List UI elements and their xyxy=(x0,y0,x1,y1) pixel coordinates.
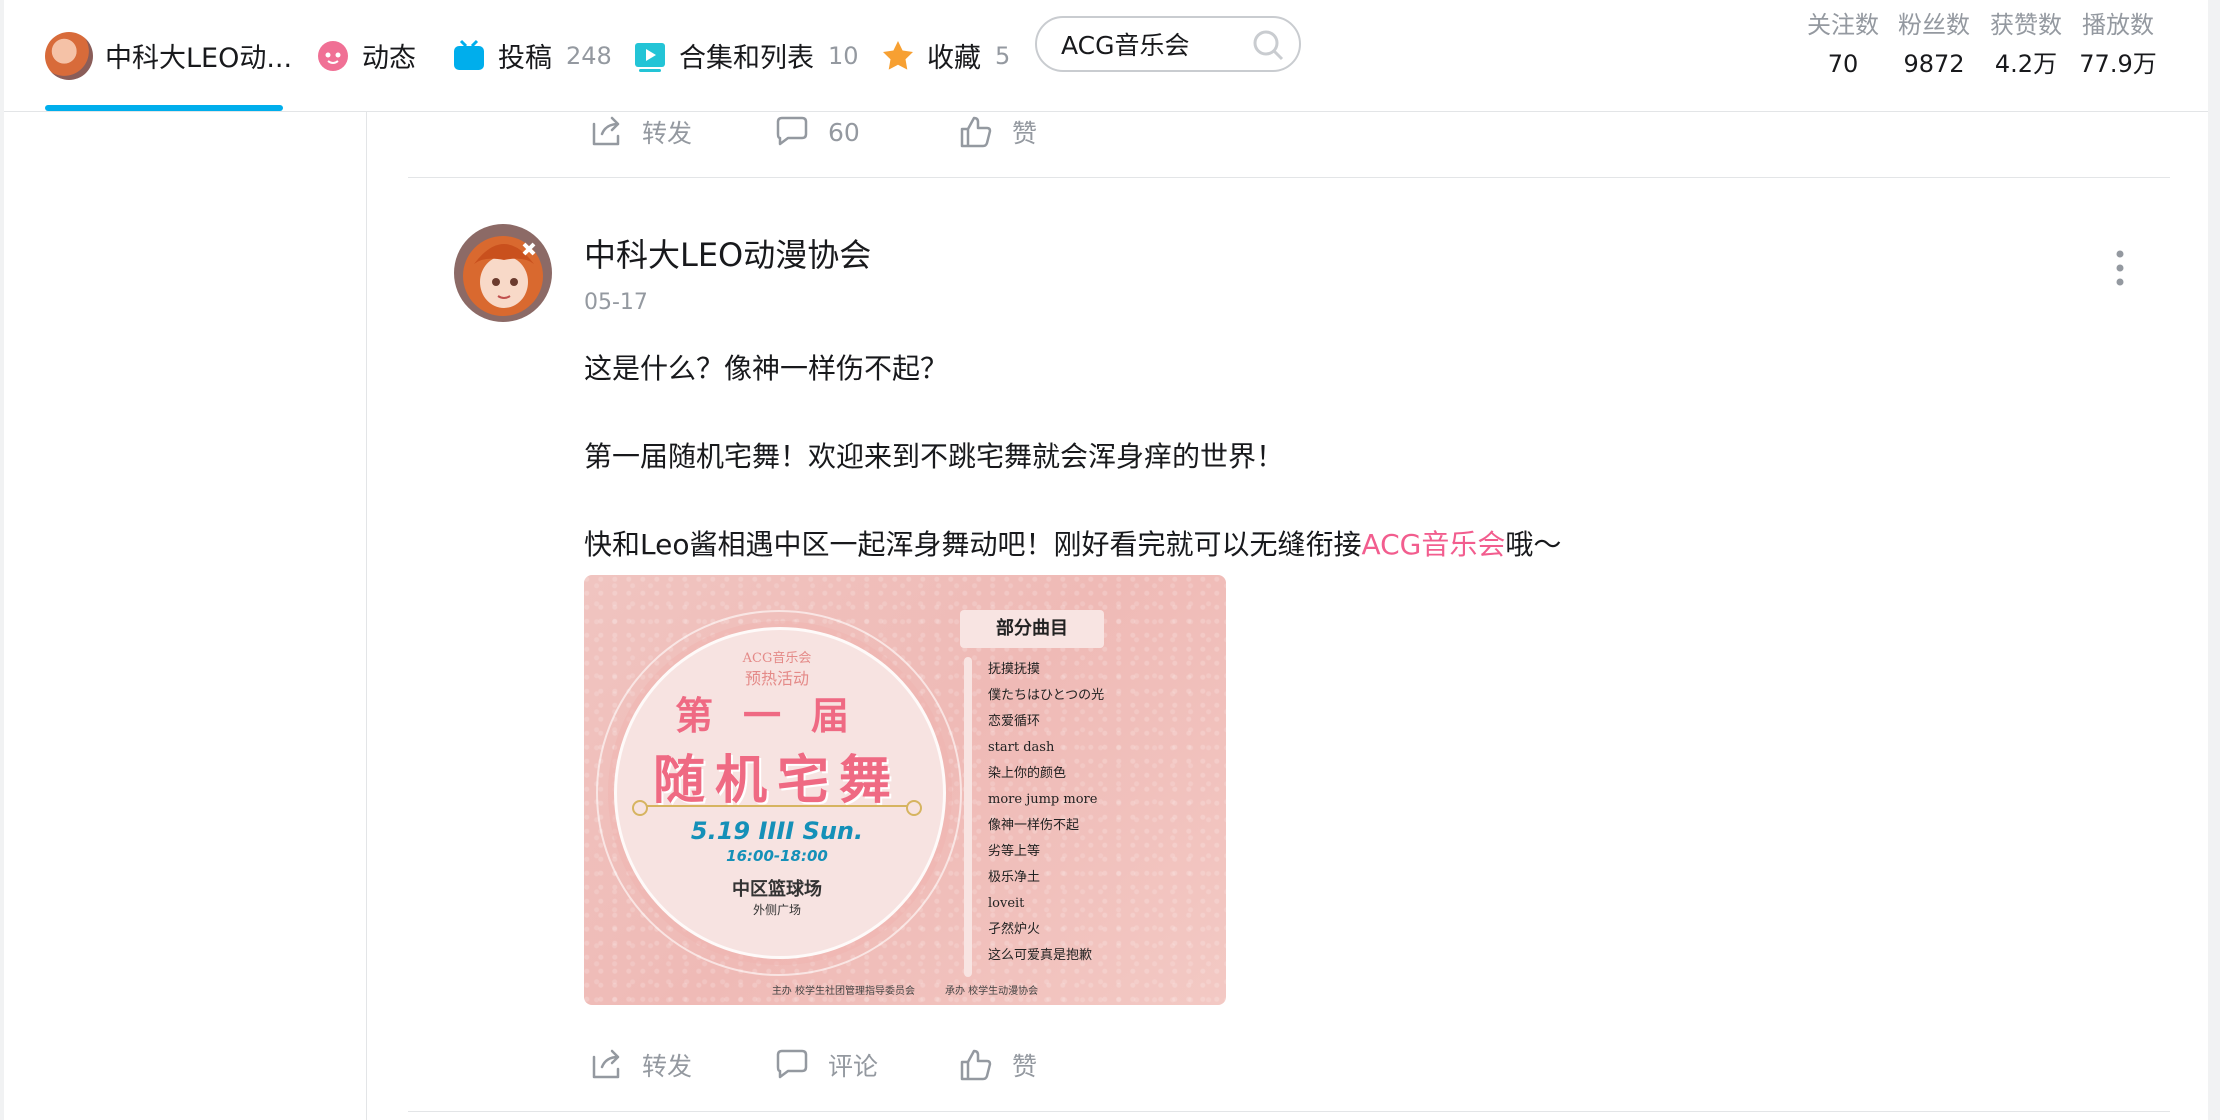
poster-song: 僕たちはひとつの光 xyxy=(988,688,1105,703)
comment-icon xyxy=(776,1049,808,1079)
stat-value: 77.9万 xyxy=(2079,50,2157,78)
star-icon xyxy=(883,40,913,70)
poster-song: 劣等上等 xyxy=(988,844,1041,859)
thumbs-up-icon xyxy=(960,1049,992,1081)
post-text-line-1: 这是什么？像神一样伤不起？ xyxy=(584,352,949,385)
page: 中科大LEO动... 动态 投稿 248 合集和列表 10 收藏 5 ACG音乐… xyxy=(4,0,2208,1120)
search-icon[interactable] xyxy=(1251,28,1285,62)
post-author[interactable]: 中科大LEO动漫协会 xyxy=(584,230,871,276)
stat-fans[interactable]: 粉丝数 9872 xyxy=(1884,8,1984,86)
like-button[interactable]: 赞 xyxy=(958,1045,1037,1085)
stat-label: 获赞数 xyxy=(1990,11,2062,39)
stat-value: 9872 xyxy=(1903,50,1965,78)
post-text-segment: 哦～ xyxy=(1505,528,1562,561)
poster-title-1: 第一届 xyxy=(674,693,879,738)
poster-place: 中区篮球场 xyxy=(732,879,822,900)
post-date: 05-17 xyxy=(584,290,648,315)
poster-song-list: 抚摸抚摸 僕たちはひとつの光 恋爱循环 start dash 染上你的颜色 mo… xyxy=(988,657,1104,969)
poster-song: 极乐净土 xyxy=(988,870,1041,885)
tab-dynamic-label: 动态 xyxy=(362,43,416,74)
post-avatar[interactable] xyxy=(454,224,552,322)
channel-name: 中科大LEO动... xyxy=(105,43,293,74)
poster-song: start dash xyxy=(988,740,1055,755)
comment-button[interactable]: 评论 xyxy=(774,1045,878,1085)
poster-song: 染上你的颜色 xyxy=(988,766,1067,781)
poster-song: loveit xyxy=(988,896,1025,911)
avatar-illustration xyxy=(454,224,552,322)
stat-following[interactable]: 关注数 70 xyxy=(1793,8,1893,86)
comment-button[interactable]: 60 xyxy=(774,112,860,152)
poster-divider xyxy=(632,800,922,816)
prev-post-actions: 转发 60 赞 xyxy=(588,112,1188,152)
tab-dynamic[interactable]: 动态 xyxy=(316,0,416,111)
channel-avatar xyxy=(45,31,93,80)
poster-song: 像神一样伤不起 xyxy=(988,818,1080,833)
poster-song: more jump more xyxy=(988,792,1098,807)
top-nav: 中科大LEO动... 动态 投稿 248 合集和列表 10 收藏 5 ACG音乐… xyxy=(4,0,2208,112)
post-text-segment: 快和Leo酱相遇中区一起浑身舞动吧！刚好看完就可以无缝衔接 xyxy=(584,528,1362,561)
poster-footer: 主办 校学生社团管理指导委员会 承办 校学生动漫协会 xyxy=(771,986,1039,997)
tab-collections-count: 10 xyxy=(828,41,859,70)
search-box xyxy=(1035,16,1301,72)
post-divider xyxy=(408,1111,2170,1112)
comment-count: 60 xyxy=(828,117,860,147)
tab-favorites-count: 5 xyxy=(995,41,1011,70)
repost-label: 转发 xyxy=(642,119,693,148)
thumbs-up-icon xyxy=(960,116,992,148)
like-label: 赞 xyxy=(1012,119,1038,148)
comment-icon xyxy=(776,116,808,146)
post-text-line-2: 第一届随机宅舞！欢迎来到不跳宅舞就会浑身痒的世界！ xyxy=(584,440,1285,473)
tab-collections-label: 合集和列表 xyxy=(679,43,814,74)
poster-song: 恋爱循环 xyxy=(988,714,1041,729)
share-icon xyxy=(592,1049,620,1079)
poster-date: 5.19 IIII Sun. xyxy=(690,817,864,845)
search-input[interactable] xyxy=(1059,28,1233,60)
poster-song: 这么可爱真是抱歉 xyxy=(988,948,1093,963)
acg-concert-link[interactable]: ACG音乐会 xyxy=(1361,528,1505,561)
poster-songs-header: 部分曲目 xyxy=(960,610,1104,648)
stat-label: 播放数 xyxy=(2082,11,2154,39)
stat-likes: 获赞数 4.2万 xyxy=(1976,8,2076,86)
active-tab-indicator xyxy=(45,105,283,111)
tab-channel-home[interactable]: 中科大LEO动... xyxy=(45,0,292,111)
post-divider xyxy=(408,177,2170,178)
more-options-icon[interactable] xyxy=(2108,246,2132,290)
stat-label: 关注数 xyxy=(1807,11,1879,39)
post-image[interactable]: ACG音乐会 预热活动 第一届 随机宅舞 5.19 IIII Sun. 16:0… xyxy=(584,575,1226,1005)
dynamic-icon xyxy=(318,40,348,71)
stat-plays: 播放数 77.9万 xyxy=(2068,8,2168,86)
stat-value: 4.2万 xyxy=(1994,50,2058,78)
poster-song: 孑然炉火 xyxy=(988,922,1041,937)
tab-favorites-label: 收藏 xyxy=(927,43,981,74)
poster-subtitle: ACG音乐会 xyxy=(742,651,812,666)
playlist-icon xyxy=(635,42,665,72)
poster-song: 抚摸抚摸 xyxy=(988,662,1041,677)
stat-value: 70 xyxy=(1827,50,1859,78)
tab-uploads-count: 248 xyxy=(566,41,612,70)
comment-label: 评论 xyxy=(828,1052,879,1081)
poster-place-detail: 外侧广场 xyxy=(752,903,801,917)
tab-uploads[interactable]: 投稿 248 xyxy=(452,0,612,111)
tv-icon xyxy=(454,39,484,70)
tab-uploads-label: 投稿 xyxy=(498,43,552,74)
poster-time: 16:00-18:00 xyxy=(726,847,828,865)
tab-favorites[interactable]: 收藏 5 xyxy=(881,0,1010,111)
repost-label: 转发 xyxy=(642,1052,693,1081)
tab-collections[interactable]: 合集和列表 10 xyxy=(633,0,859,111)
like-label: 赞 xyxy=(1012,1052,1038,1081)
post-text-line-3: 快和Leo酱相遇中区一起浑身舞动吧！刚好看完就可以无缝衔接ACG音乐会哦～ xyxy=(584,523,1561,563)
repost-button[interactable]: 转发 xyxy=(588,1045,692,1085)
post-actions: 转发 评论 赞 xyxy=(588,1045,1188,1085)
like-button[interactable]: 赞 xyxy=(958,112,1037,152)
stat-label: 粉丝数 xyxy=(1898,11,1970,39)
poster-track xyxy=(964,657,972,977)
repost-button[interactable]: 转发 xyxy=(588,112,692,152)
sidebar-divider xyxy=(366,112,367,1120)
share-icon xyxy=(592,116,620,146)
